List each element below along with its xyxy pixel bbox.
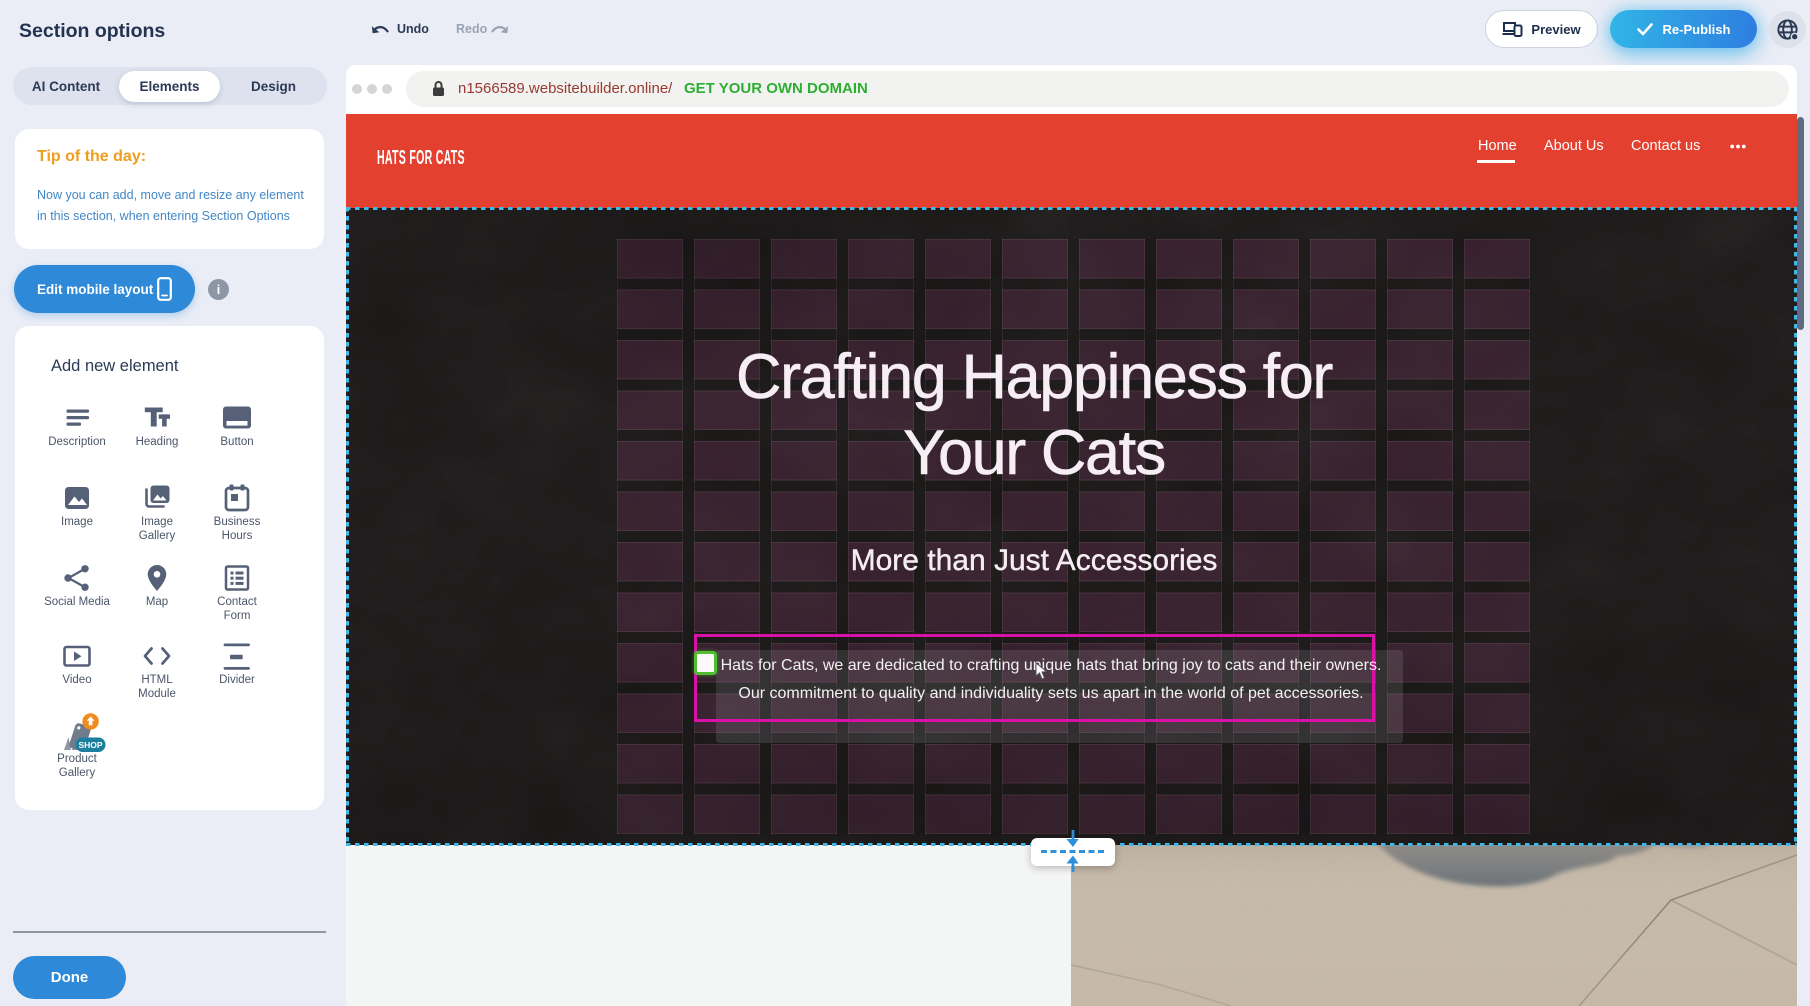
svg-text:SHOP: SHOP (78, 740, 102, 750)
